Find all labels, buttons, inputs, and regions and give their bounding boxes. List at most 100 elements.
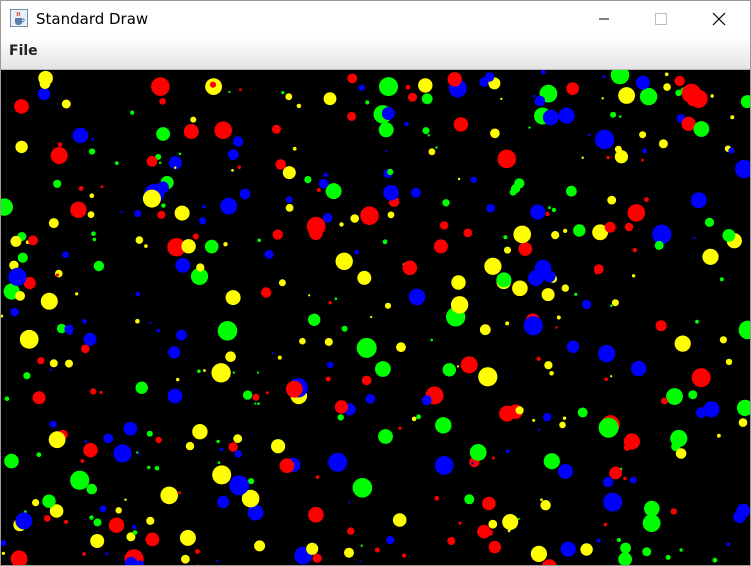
dot — [217, 461, 221, 464]
dot — [15, 140, 28, 154]
dot — [594, 270, 599, 275]
dot — [435, 417, 452, 434]
dot — [15, 512, 33, 530]
dot — [265, 391, 269, 395]
dot — [308, 313, 321, 326]
dot — [609, 466, 622, 480]
dot — [217, 495, 230, 509]
dot — [311, 230, 315, 234]
dot — [132, 530, 138, 535]
maximize-icon — [655, 13, 667, 25]
dot — [347, 73, 358, 84]
dot — [704, 217, 715, 227]
dot — [428, 148, 436, 156]
drawing-canvas[interactable] — [1, 70, 750, 566]
dot — [410, 187, 421, 198]
dot — [469, 444, 487, 461]
dot — [347, 111, 357, 121]
dot — [271, 439, 286, 454]
dot — [464, 494, 475, 505]
dot — [470, 176, 478, 184]
dot — [49, 420, 57, 428]
dot — [145, 532, 160, 547]
dot — [623, 433, 641, 450]
dot — [733, 510, 746, 524]
dot — [477, 524, 491, 539]
dot — [502, 514, 519, 530]
dot — [675, 448, 687, 459]
dot — [130, 110, 135, 115]
dot — [385, 150, 388, 153]
dot — [43, 515, 51, 522]
dot — [663, 83, 671, 91]
dot — [604, 377, 608, 382]
dot — [216, 439, 220, 444]
dot — [530, 204, 546, 220]
dot — [195, 549, 200, 554]
dot — [603, 492, 623, 512]
dot — [574, 292, 578, 296]
dot — [132, 524, 137, 530]
dot — [55, 273, 60, 277]
dot — [488, 540, 501, 554]
minimize-button[interactable] — [581, 1, 627, 37]
close-button[interactable] — [696, 1, 742, 37]
title-bar[interactable]: Standard Draw — [1, 1, 750, 37]
dot — [264, 249, 274, 259]
dot — [457, 177, 461, 181]
dot — [540, 498, 543, 502]
dot — [199, 217, 207, 225]
dot — [544, 361, 553, 370]
dot — [90, 534, 105, 548]
dot — [691, 368, 711, 388]
dot — [55, 269, 63, 278]
dot — [348, 501, 351, 504]
dot — [458, 521, 462, 525]
dot — [238, 88, 242, 91]
dot — [542, 559, 557, 565]
dot — [334, 400, 348, 414]
dot — [39, 78, 51, 90]
dot — [482, 496, 496, 511]
dot — [421, 395, 432, 406]
dot — [324, 337, 333, 346]
dot — [558, 107, 575, 124]
menu-file[interactable]: File — [9, 43, 38, 59]
dot — [635, 75, 650, 90]
dot — [688, 97, 697, 107]
dot — [541, 288, 555, 302]
dot — [196, 263, 205, 272]
dot — [271, 352, 274, 355]
dot — [37, 357, 45, 365]
dot — [114, 161, 119, 165]
dot — [158, 161, 162, 165]
dot — [442, 363, 456, 377]
dot — [427, 134, 430, 137]
dot — [607, 195, 617, 205]
dot — [350, 214, 360, 223]
dot — [292, 146, 297, 151]
dot — [383, 185, 399, 201]
dot — [447, 72, 462, 87]
dot — [15, 291, 25, 301]
dot — [478, 367, 498, 387]
window-title: Standard Draw — [36, 10, 149, 28]
dot — [619, 115, 622, 118]
dot — [4, 396, 10, 402]
maximize-button[interactable] — [638, 1, 684, 37]
dot — [306, 216, 326, 236]
dot — [504, 246, 511, 254]
dot — [730, 115, 735, 120]
dot — [560, 541, 576, 557]
dot — [365, 100, 370, 105]
dot — [99, 505, 107, 513]
dot — [237, 165, 241, 169]
dot — [639, 131, 647, 139]
dot — [641, 158, 644, 162]
dot — [285, 196, 293, 204]
dot — [299, 337, 306, 345]
dot — [278, 279, 286, 287]
dot — [344, 547, 354, 558]
dot — [370, 315, 373, 319]
dot — [91, 231, 96, 236]
